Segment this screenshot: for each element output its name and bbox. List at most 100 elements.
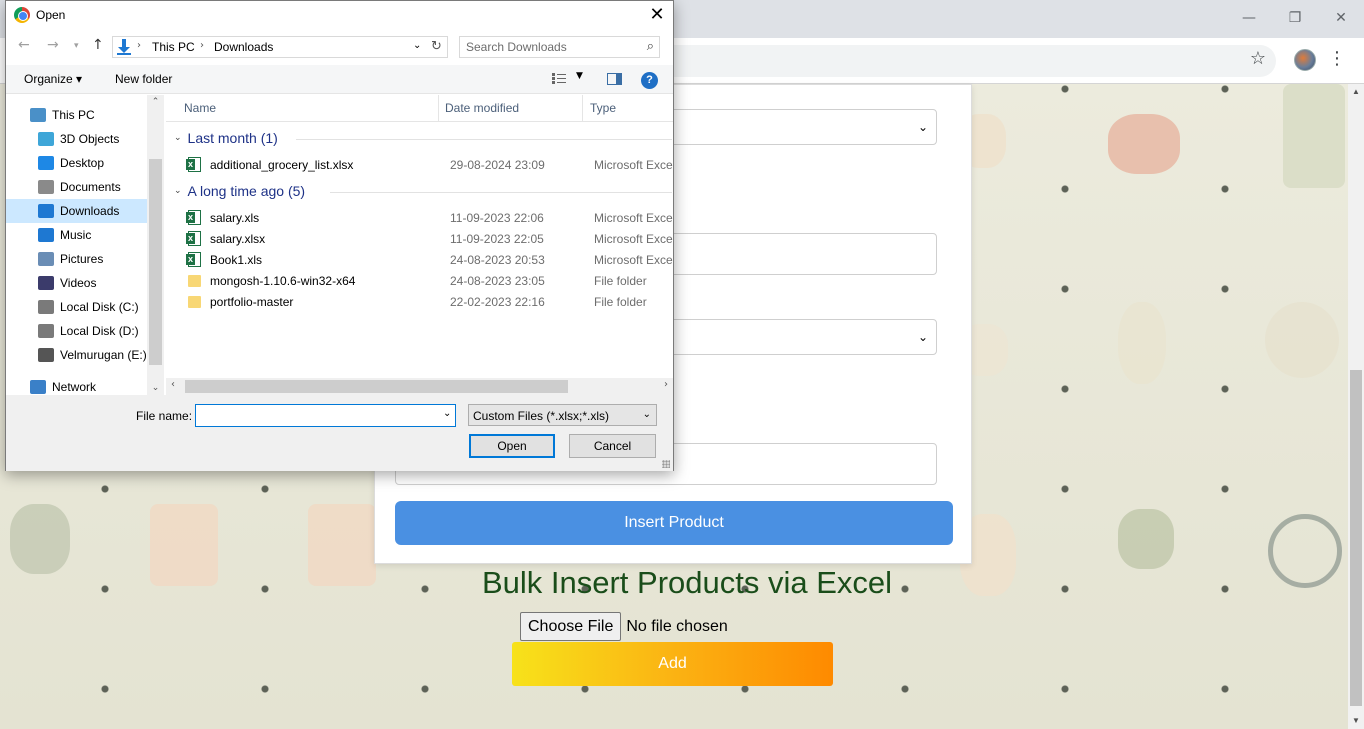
nav-pane-scrollbar[interactable]: ⌃ ⌄: [147, 95, 164, 395]
file-name: portfolio-master: [210, 295, 294, 309]
cancel-button[interactable]: Cancel: [569, 434, 656, 458]
file-date: 11-09-2023 22:05: [450, 232, 544, 246]
nav-item[interactable]: Velmurugan (E:): [6, 343, 147, 367]
nav-item-label: Local Disk (D:): [60, 324, 139, 338]
nav-item[interactable]: This PC: [6, 103, 147, 127]
scroll-up-arrow[interactable]: ⌃: [147, 97, 164, 107]
nav-item-label: Desktop: [60, 156, 105, 170]
collapse-caret-icon[interactable]: ⌄: [174, 133, 182, 143]
file-row[interactable]: Book1.xls 24-08-2023 20:53 Microsoft Excel…: [182, 249, 673, 270]
column-header-date[interactable]: Date modified: [445, 101, 519, 115]
forward-arrow-icon[interactable]: →: [47, 37, 59, 53]
browser-menu-icon[interactable]: ⋮: [1328, 48, 1346, 69]
resize-grip-icon[interactable]: [662, 460, 670, 468]
scroll-down-arrow[interactable]: ⌄: [147, 383, 164, 393]
column-header-name[interactable]: Name: [184, 101, 216, 115]
dialog-close-button[interactable]: ✕: [641, 1, 673, 29]
chevron-down-icon[interactable]: ⌄: [443, 408, 451, 419]
documents-icon: [38, 180, 54, 194]
file-group-label: A long time ago (5): [187, 183, 306, 199]
preview-pane-icon[interactable]: [607, 73, 622, 85]
add-button[interactable]: Add: [512, 642, 833, 686]
folder-icon: [188, 275, 201, 287]
nav-item[interactable]: Pictures: [6, 247, 147, 271]
bookmark-star-icon[interactable]: ☆: [1250, 48, 1266, 69]
file-group-header[interactable]: ⌄ Last month (1): [174, 130, 278, 146]
view-dropdown-icon[interactable]: ▼: [576, 71, 583, 81]
file-name-input[interactable]: [195, 404, 456, 427]
nav-item[interactable]: Documents: [6, 175, 147, 199]
excel-file-icon: [186, 210, 201, 225]
scroll-right-arrow[interactable]: ›: [664, 379, 668, 390]
file-name: mongosh-1.10.6-win32-x64: [210, 274, 356, 288]
decor-shape: [1268, 514, 1342, 588]
help-icon[interactable]: ?: [641, 72, 658, 89]
bulk-insert-title: Bulk Insert Products via Excel: [481, 565, 893, 600]
nav-item[interactable]: Local Disk (D:): [6, 319, 147, 343]
open-button[interactable]: Open: [469, 434, 555, 458]
file-list-scroll-thumb[interactable]: [185, 380, 568, 393]
file-list-horizontal-scrollbar[interactable]: ‹ ›: [166, 378, 673, 395]
collapse-caret-icon[interactable]: ⌄: [174, 186, 182, 196]
column-header-type[interactable]: Type: [590, 101, 616, 115]
scroll-down-arrow[interactable]: ▼: [1348, 713, 1364, 729]
excel-file-icon: [186, 157, 201, 172]
file-row[interactable]: portfolio-master 22-02-2023 22:16 File fol…: [182, 291, 672, 312]
search-input[interactable]: [466, 39, 636, 55]
insert-product-button[interactable]: Insert Product: [395, 501, 953, 545]
page-scroll-thumb[interactable]: [1350, 370, 1362, 706]
file-group-header[interactable]: ⌄ A long time ago (5): [174, 183, 305, 199]
file-name: salary.xlsx: [210, 232, 266, 246]
file-row[interactable]: additional_grocery_list.xlsx 29-08-2024 2…: [182, 154, 673, 175]
file-row[interactable]: salary.xlsx 11-09-2023 22:05 Microsoft Exc…: [182, 228, 673, 249]
file-type: Microsoft Excel W: [594, 232, 673, 246]
file-date: 24-08-2023 23:05: [450, 274, 545, 288]
restore-button[interactable]: ❐: [1272, 0, 1318, 36]
music-icon: [38, 228, 54, 242]
refresh-icon[interactable]: ↻: [431, 39, 442, 54]
file-type: File folder: [594, 274, 647, 288]
file-date: 22-02-2023 22:16: [450, 295, 545, 309]
profile-avatar[interactable]: [1294, 49, 1316, 71]
chevron-down-icon: ⌄: [642, 409, 651, 420]
scroll-left-arrow[interactable]: ‹: [171, 379, 175, 390]
nav-item[interactable]: Desktop: [6, 151, 147, 175]
back-arrow-icon[interactable]: ←: [18, 37, 30, 53]
dialog-search-box[interactable]: ⌕: [459, 36, 660, 58]
breadcrumb-downloads[interactable]: Downloads: [214, 40, 273, 54]
file-row[interactable]: salary.xls 11-09-2023 22:06 Microsoft Exce…: [182, 207, 673, 228]
view-options-icon[interactable]: [552, 73, 566, 84]
nav-item-label: This PC: [52, 108, 95, 122]
dialog-command-bar: Organize ▾ New folder ▼ ?: [6, 65, 673, 94]
up-arrow-icon[interactable]: ↑: [92, 37, 104, 53]
dialog-address-bar[interactable]: › This PC › Downloads ⌄ ↻: [112, 36, 448, 58]
chevron-down-icon[interactable]: ⌄: [413, 40, 421, 51]
column-divider[interactable]: [438, 95, 439, 121]
minimize-button[interactable]: —: [1226, 0, 1272, 36]
file-date: 24-08-2023 20:53: [450, 253, 545, 267]
file-name-label: File name:: [136, 409, 193, 423]
nav-pane-scroll-thumb[interactable]: [149, 159, 162, 365]
organize-menu[interactable]: Organize ▾: [24, 72, 82, 86]
new-folder-button[interactable]: New folder: [115, 72, 172, 86]
close-window-button[interactable]: ✕: [1318, 0, 1364, 36]
search-icon: ⌕: [646, 39, 654, 54]
nav-item[interactable]: Videos: [6, 271, 147, 295]
file-row[interactable]: mongosh-1.10.6-win32-x64 24-08-2023 23:05…: [182, 270, 672, 291]
address-bar[interactable]: [600, 45, 1276, 77]
cube-icon: [38, 132, 54, 146]
scroll-up-arrow[interactable]: ▲: [1348, 84, 1364, 100]
file-type: Microsoft Excel 9: [594, 253, 673, 267]
column-divider[interactable]: [582, 95, 583, 121]
page-vertical-scrollbar[interactable]: ▲ ▼: [1348, 84, 1364, 729]
nav-item[interactable]: Downloads: [6, 199, 147, 223]
nav-item[interactable]: Music: [6, 223, 147, 247]
recent-locations-icon[interactable]: ▾: [74, 41, 79, 51]
file-type-filter[interactable]: Custom Files (*.xlsx;*.xls) ⌄: [468, 404, 657, 426]
dialog-navigation-pane: ⌃ ⌄ This PC 3D Objects Desktop Documents Dow…: [6, 95, 164, 395]
choose-file-button[interactable]: Choose File: [520, 612, 622, 641]
decor-shape: [1108, 114, 1180, 174]
nav-item[interactable]: Local Disk (C:): [6, 295, 147, 319]
breadcrumb-this-pc[interactable]: This PC: [152, 40, 195, 54]
nav-item[interactable]: 3D Objects: [6, 127, 147, 151]
